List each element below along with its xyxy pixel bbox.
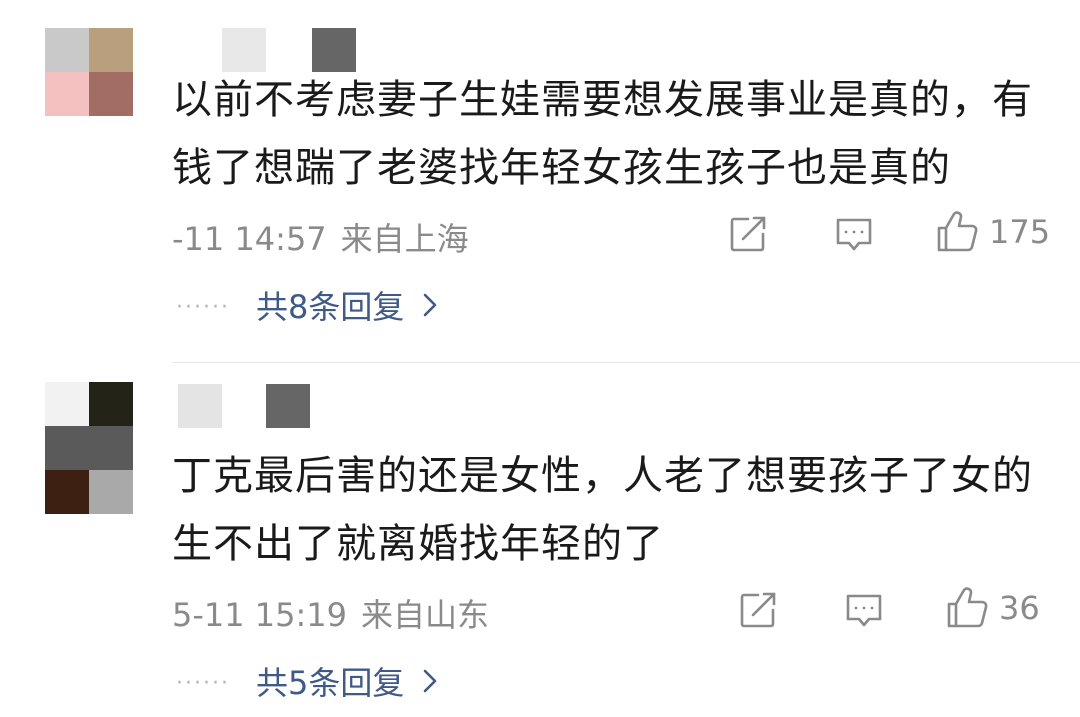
like-button[interactable]: 175 <box>935 210 1050 254</box>
comment-item: 丁克最后害的还是女性，人老了想要孩子了女的生不出了就离婚找年轻的了 5-11 1… <box>0 362 1080 717</box>
comment-location: 来自山东 <box>361 596 490 634</box>
avatar-pixel <box>89 426 133 470</box>
comment-time: 5-11 15:19 <box>172 596 348 634</box>
replies-count: 共8条回复 <box>255 288 405 326</box>
dots-decoration: ······ <box>176 294 230 320</box>
share-button[interactable] <box>728 214 768 254</box>
comment-icon <box>846 594 882 627</box>
avatar-pixel <box>89 72 133 116</box>
comment-location: 来自上海 <box>340 220 469 258</box>
chevron-right-icon <box>424 293 437 317</box>
view-replies-link[interactable]: ······ 共5条回复 <box>176 658 438 704</box>
avatar-pixel <box>45 382 89 426</box>
avatar-pixel <box>45 28 89 72</box>
share-button[interactable] <box>738 590 778 630</box>
avatar-pixel <box>45 426 89 470</box>
like-button[interactable]: 36 <box>945 586 1040 630</box>
comment-button[interactable] <box>844 590 884 630</box>
avatar-pixel <box>45 470 89 514</box>
share-icon <box>730 216 766 252</box>
replies-count: 共5条回复 <box>255 664 405 702</box>
like-count: 36 <box>999 589 1040 627</box>
comment-meta: -11 14:57 来自上海 <box>172 214 469 260</box>
avatar-pixel <box>45 72 89 116</box>
comment-text: 丁克最后害的还是女性，人老了想要孩子了女的生不出了就离婚找年轻的了 <box>172 453 1033 567</box>
share-icon <box>740 592 776 628</box>
avatar[interactable] <box>45 28 133 116</box>
view-replies-link[interactable]: ······ 共8条回复 <box>176 282 438 328</box>
chevron-right-icon <box>424 669 437 693</box>
thumbs-up-icon <box>937 211 978 252</box>
comment-item: 以前不考虑妻子生娃需要想发展事业是真的，有钱了想踹了老婆找年轻女孩生孩子也是真的… <box>0 0 1080 360</box>
avatar[interactable] <box>45 382 133 516</box>
comment-text: 以前不考虑妻子生娃需要想发展事业是真的，有钱了想踹了老婆找年轻女孩生孩子也是真的 <box>172 77 1033 191</box>
dots-decoration: ······ <box>176 670 230 696</box>
avatar-pixel <box>89 28 133 72</box>
like-count: 175 <box>989 213 1051 251</box>
comment-time: -11 14:57 <box>172 220 327 258</box>
thumbs-up-icon <box>947 587 988 628</box>
comment-meta: 5-11 15:19 来自山东 <box>172 590 489 636</box>
comment-icon <box>836 218 872 251</box>
avatar-pixel <box>89 470 133 514</box>
avatar-pixel <box>89 382 133 426</box>
comment-button[interactable] <box>834 214 874 254</box>
